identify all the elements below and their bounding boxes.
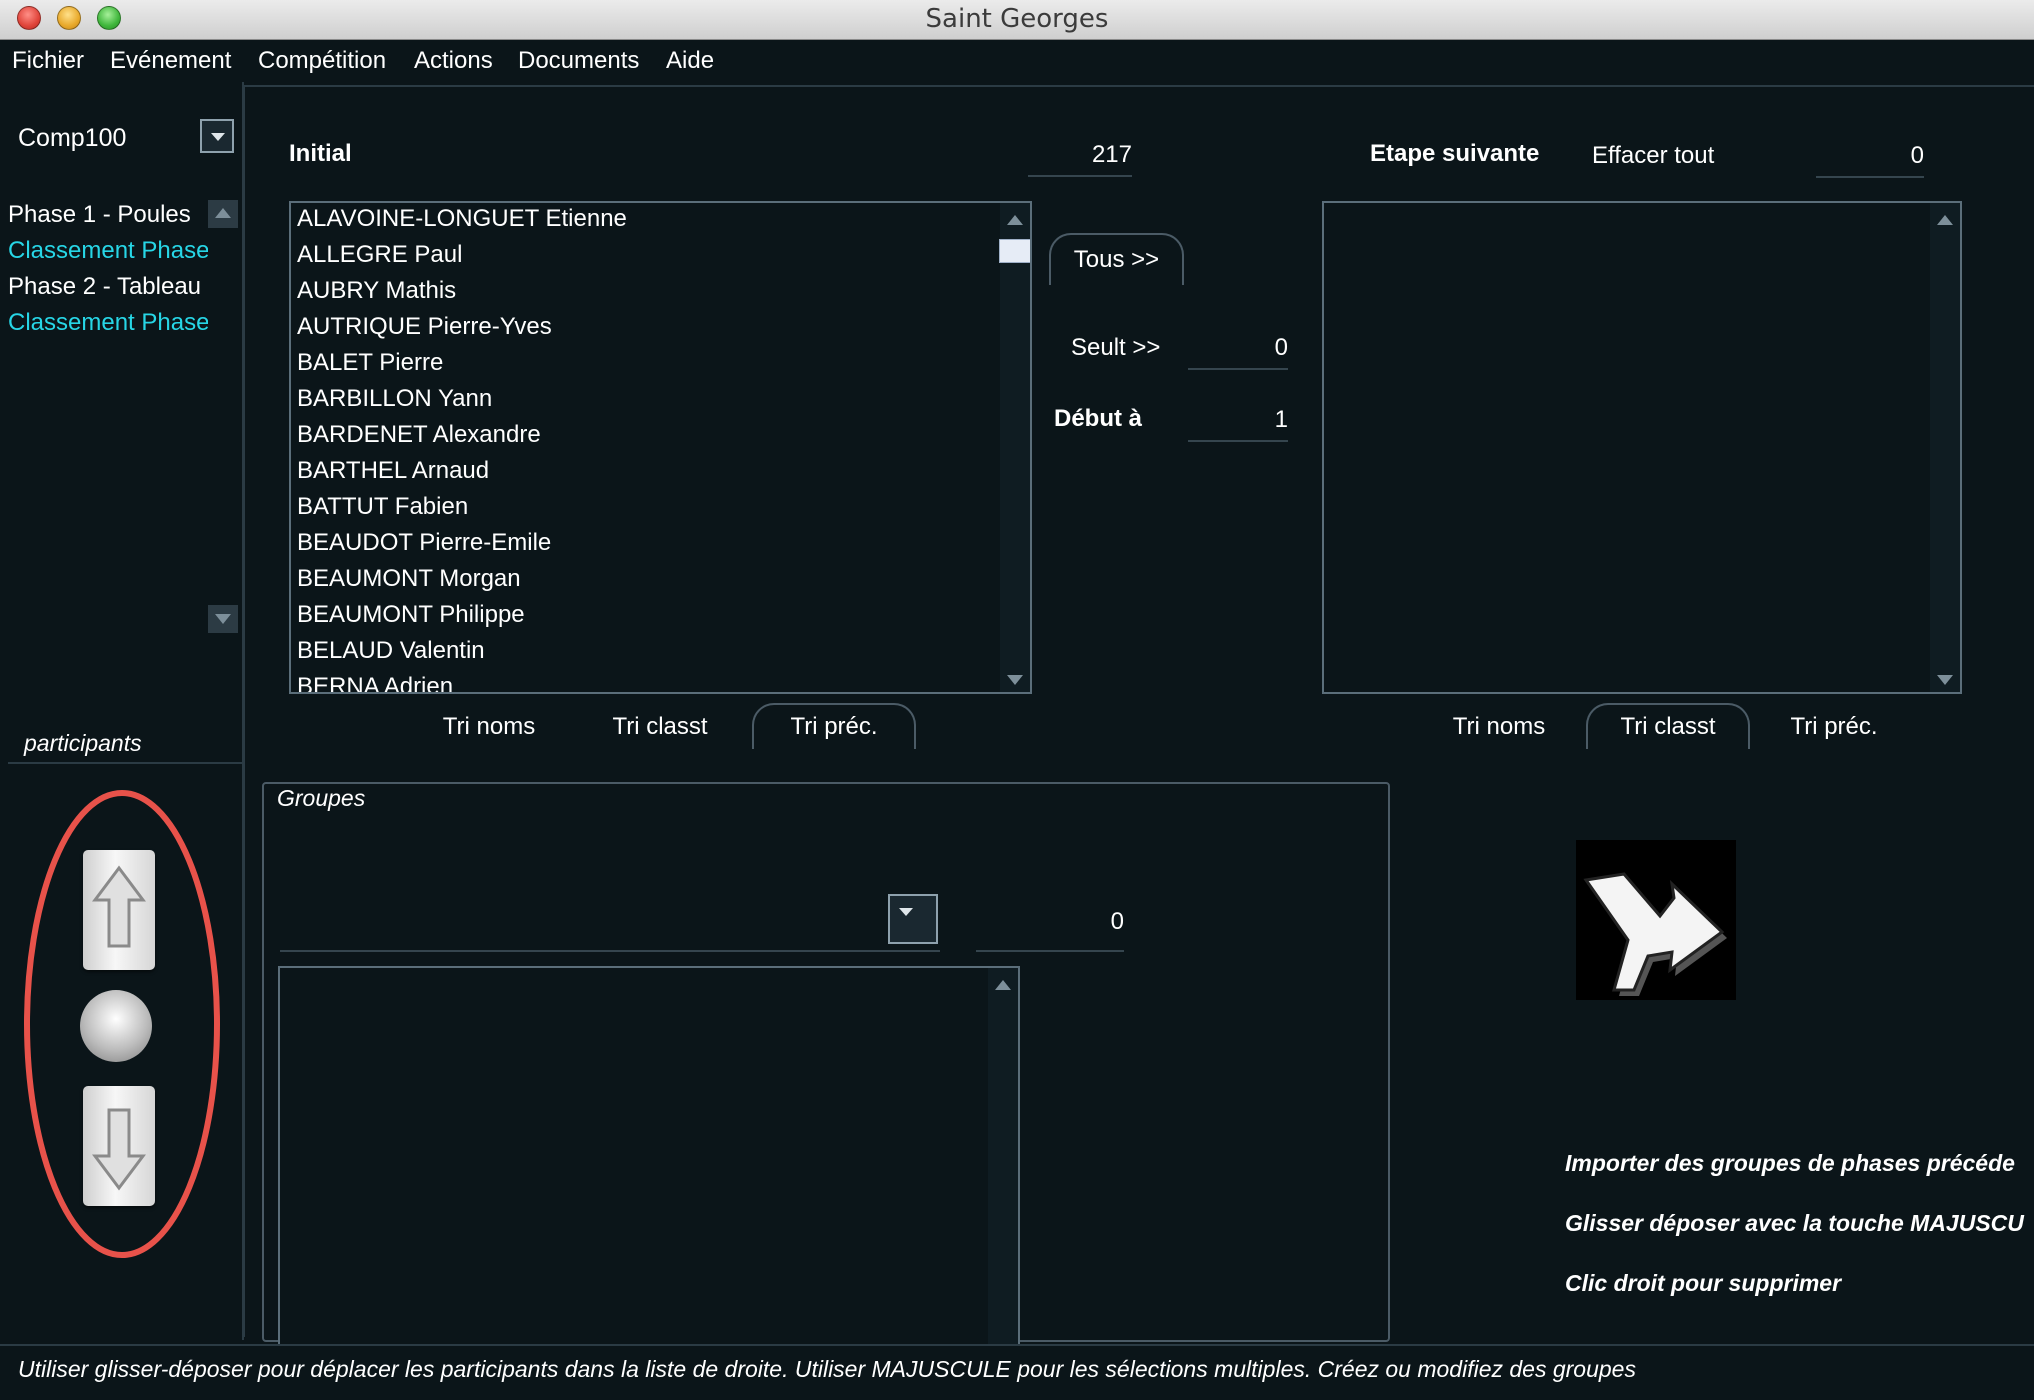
start-label: Début à <box>1054 405 1143 432</box>
next-sort-rank-tab[interactable]: Tri classt <box>1586 703 1750 749</box>
initial-sort-names-tab[interactable]: Tri noms <box>420 713 558 741</box>
menu-documents[interactable]: Documents <box>518 47 639 75</box>
list-item[interactable]: AUBRY Mathis <box>297 277 456 305</box>
menu-actions[interactable]: Actions <box>414 47 493 75</box>
hint-drag-drop: Glisser déposer avec la touche MAJUSCU <box>1565 1210 2024 1236</box>
menu-competition[interactable]: Compétition <box>258 47 386 75</box>
window-title: Saint Georges <box>925 4 1109 34</box>
phase-scroll-up-icon[interactable] <box>208 200 238 228</box>
knob-icon[interactable] <box>80 990 152 1062</box>
next-stage-count: 0 <box>1816 142 1924 178</box>
list-item[interactable]: AUTRIQUE Pierre-Yves <box>297 313 552 341</box>
groups-list-scrollbar[interactable] <box>988 968 1018 1344</box>
threshold-label: Seult >> <box>1071 334 1161 361</box>
scroll-up-icon[interactable] <box>988 972 1018 996</box>
merge-groups-button[interactable] <box>1576 840 1736 1000</box>
list-item[interactable]: ALLEGRE Paul <box>297 241 462 269</box>
list-item[interactable]: BARTHEL Arnaud <box>297 457 489 485</box>
sidebar-divider <box>8 762 242 764</box>
arrow-up-icon <box>92 865 146 948</box>
groups-label: Groupes <box>277 785 366 811</box>
phase-scroll-down-icon[interactable] <box>208 605 238 633</box>
clear-all-button[interactable]: Effacer tout <box>1592 142 1714 170</box>
list-item[interactable]: BARBILLON Yann <box>297 385 492 413</box>
title-bar: Saint Georges <box>0 0 2034 40</box>
merge-arrow-icon <box>1583 872 1727 996</box>
menu-evenement[interactable]: Evénement <box>110 47 231 75</box>
next-sort-names-tab[interactable]: Tri noms <box>1430 713 1568 741</box>
move-down-button[interactable] <box>83 1086 155 1206</box>
scroll-up-icon[interactable] <box>1000 207 1030 231</box>
next-stage-list[interactable] <box>1322 201 1962 694</box>
phase-item[interactable]: Classement Phase <box>8 309 208 337</box>
next-stage-label: Etape suivante <box>1370 140 1540 167</box>
list-item[interactable]: ALAVOINE-LONGUET Etienne <box>297 205 627 233</box>
competition-select-value[interactable]: Comp100 <box>18 124 126 153</box>
menu-fichier[interactable]: Fichier <box>12 47 84 75</box>
initial-list[interactable]: ALAVOINE-LONGUET Etienne ALLEGRE Paul AU… <box>289 201 1032 694</box>
phase-item[interactable]: Phase 2 - Tableau <box>8 273 208 301</box>
initial-sort-rank-tab[interactable]: Tri classt <box>590 713 730 741</box>
hint-import: Importer des groupes de phases précéde <box>1565 1150 2015 1176</box>
start-field[interactable]: 1 <box>1188 406 1288 442</box>
scroll-down-icon[interactable] <box>1930 666 1960 690</box>
scroll-thumb[interactable] <box>999 239 1030 263</box>
threshold-field[interactable]: 0 <box>1188 334 1288 370</box>
list-item[interactable]: BARDENET Alexandre <box>297 421 541 449</box>
initial-list-scrollbar[interactable] <box>999 203 1030 692</box>
status-text: Utiliser glisser-déposer pour déplacer l… <box>18 1356 1636 1382</box>
list-item[interactable]: BALET Pierre <box>297 349 443 377</box>
initial-sort-prev-tab[interactable]: Tri préc. <box>752 703 916 749</box>
initial-count: 217 <box>1028 141 1132 177</box>
hint-right-click: Clic droit pour supprimer <box>1565 1270 1842 1296</box>
groups-dropdown-button[interactable] <box>888 894 938 944</box>
list-item[interactable]: BEAUMONT Morgan <box>297 565 521 593</box>
status-bar: Utiliser glisser-déposer pour déplacer l… <box>0 1344 2034 1400</box>
list-item[interactable]: BERNA Adrien <box>297 673 453 692</box>
scroll-down-icon[interactable] <box>1000 666 1030 690</box>
competition-dropdown-button[interactable] <box>200 119 234 153</box>
phase-item[interactable]: Classement Phase <box>8 237 208 265</box>
move-up-button[interactable] <box>83 850 155 970</box>
initial-label: Initial <box>289 140 352 167</box>
groups-select-underline <box>280 950 940 952</box>
list-item[interactable]: BELAUD Valentin <box>297 637 485 665</box>
list-item[interactable]: BEAUDOT Pierre-Emile <box>297 529 551 557</box>
participants-label: participants <box>24 730 142 756</box>
groups-list[interactable] <box>278 966 1020 1346</box>
next-stage-list-scrollbar[interactable] <box>1930 203 1960 692</box>
scroll-up-icon[interactable] <box>1930 207 1960 231</box>
next-sort-prev-tab[interactable]: Tri préc. <box>1764 713 1904 741</box>
transfer-all-button[interactable]: Tous >> <box>1049 233 1184 285</box>
phase-item[interactable]: Phase 1 - Poules <box>8 201 208 229</box>
list-item[interactable]: BEAUMONT Philippe <box>297 601 525 629</box>
menu-aide[interactable]: Aide <box>666 47 714 75</box>
groups-count: 0 <box>976 908 1124 952</box>
arrow-down-icon <box>92 1108 146 1191</box>
list-item[interactable]: BATTUT Fabien <box>297 493 468 521</box>
